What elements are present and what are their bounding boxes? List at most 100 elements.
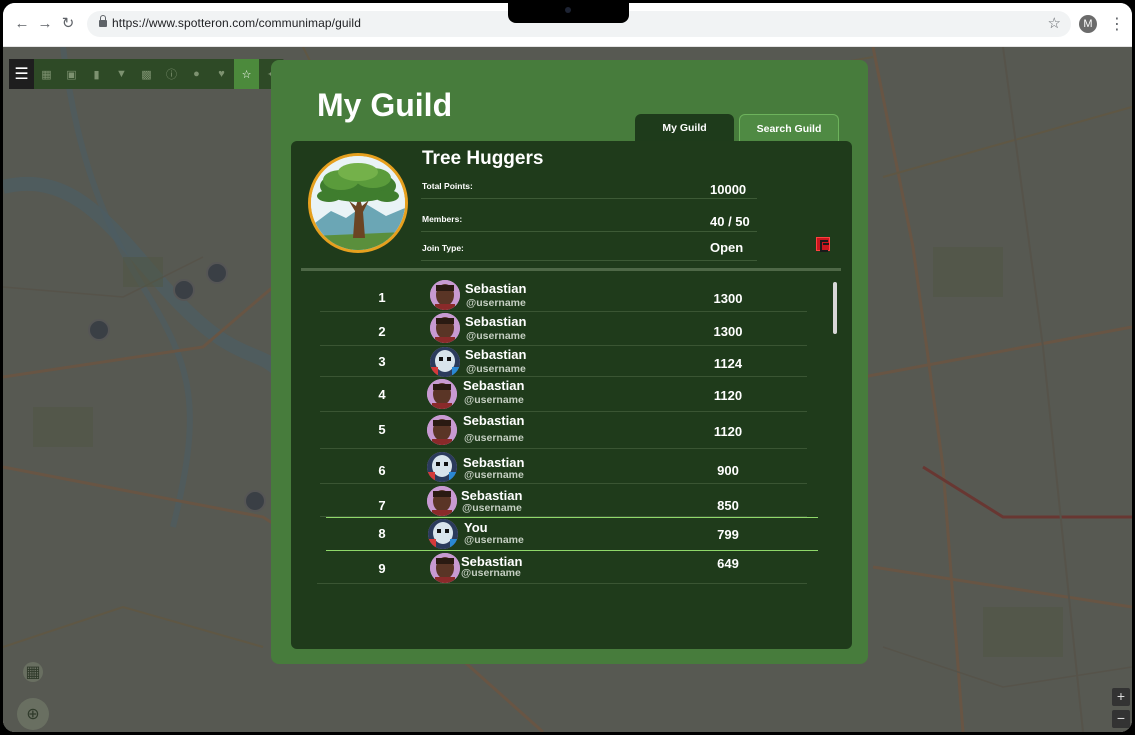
stat-join-type: Join Type: Open	[421, 233, 757, 261]
member-score: 850	[717, 498, 739, 513]
member-row[interactable]: 9 Sebastian @username 649	[317, 551, 807, 584]
guild-panel: My Guild My Guild Search Guild Tree Hugg…	[271, 60, 868, 664]
camera-notch	[508, 3, 629, 23]
member-row[interactable]: 3 Sebastian @username 1124	[320, 346, 807, 377]
member-row[interactable]: 6 Sebastian @username 900	[320, 449, 807, 484]
member-name: Sebastian	[463, 455, 525, 470]
stat-total-points: Total Points: 10000	[421, 171, 757, 199]
member-score: 1300	[713, 291, 743, 306]
browser-menu-icon[interactable]: ⋮	[1109, 14, 1125, 34]
menu-icon[interactable]: ☰	[9, 59, 34, 89]
guild-icon[interactable]: ☆	[234, 59, 259, 89]
member-name: Sebastian	[463, 413, 525, 428]
member-row[interactable]: 2 Sebastian @username 1300	[320, 312, 807, 346]
member-rank: 4	[378, 387, 386, 402]
member-row[interactable]: 5 Sebastian @username 1120	[320, 412, 807, 449]
locate-icon[interactable]: ⊕	[17, 698, 49, 730]
bookmark-star-icon[interactable]: ☆	[1048, 14, 1061, 32]
member-name: Sebastian	[461, 488, 523, 503]
avatar	[428, 519, 458, 549]
member-name: Sebastian	[463, 378, 525, 393]
reload-icon[interactable]: ↻	[59, 15, 77, 33]
page-title: My Guild	[317, 87, 453, 123]
member-name: Sebastian	[465, 314, 527, 329]
map-marker[interactable]	[173, 279, 195, 301]
member-row[interactable]: 4 Sebastian @username 1120	[320, 377, 807, 412]
stat-value: Open	[710, 240, 744, 255]
avatar	[427, 379, 457, 409]
member-username: @username	[464, 432, 524, 444]
map-marker[interactable]	[244, 490, 266, 512]
member-name: Sebastian	[465, 347, 527, 362]
forward-icon[interactable]: →	[36, 15, 54, 33]
back-icon[interactable]: ←	[13, 15, 31, 33]
avatar	[427, 415, 457, 445]
member-username: @username	[461, 567, 521, 579]
binoculars-icon[interactable]: ▩	[134, 59, 159, 89]
heart-icon[interactable]: ♥	[209, 59, 234, 89]
stat-label: Join Type:	[422, 243, 464, 253]
grid-icon[interactable]: ▦	[34, 59, 59, 89]
divider	[301, 268, 841, 271]
member-name: You	[464, 520, 488, 535]
member-username: @username	[466, 330, 526, 342]
leave-guild-icon[interactable]	[816, 237, 830, 252]
device-frame: ← → ↻ https://www.spotteron.com/communim…	[3, 3, 1132, 732]
member-name: Sebastian	[465, 281, 527, 296]
map-marker[interactable]	[88, 319, 110, 341]
guild-name: Tree Huggers	[422, 148, 544, 169]
zoom-out-button[interactable]: −	[1112, 710, 1130, 728]
member-score: 1120	[713, 424, 743, 439]
member-username: @username	[466, 363, 526, 375]
member-score: 799	[717, 527, 739, 542]
avatar	[427, 486, 457, 516]
member-score: 1300	[713, 324, 743, 339]
member-rank: 3	[378, 354, 386, 369]
avatar	[430, 280, 460, 310]
member-row[interactable]: 1 Sebastian @username 1300	[320, 278, 807, 312]
member-rank: 6	[378, 463, 386, 478]
map-marker[interactable]	[206, 262, 228, 284]
avatar	[427, 452, 457, 482]
member-username: @username	[464, 534, 524, 546]
avatar	[430, 553, 460, 583]
layers-icon[interactable]: ▦	[23, 662, 43, 682]
member-score: 1120	[713, 388, 743, 403]
info-icon[interactable]: ⓘ	[159, 59, 184, 89]
member-username: @username	[464, 394, 524, 406]
member-rank: 2	[378, 324, 386, 339]
guild-card: Tree Huggers Total Points: 10000 Members…	[291, 141, 852, 649]
member-rank: 1	[378, 290, 386, 305]
zoom-in-button[interactable]: +	[1112, 688, 1130, 706]
stat-label: Members:	[422, 214, 463, 224]
avatar	[430, 347, 460, 377]
guild-logo	[308, 153, 408, 253]
stat-members: Members: 40 / 50	[421, 204, 757, 232]
member-row[interactable]: 7 Sebastian @username 850	[320, 484, 807, 517]
tab-my-guild[interactable]: My Guild	[635, 114, 734, 142]
tab-search-guild[interactable]: Search Guild	[739, 114, 839, 142]
person-icon[interactable]: ●	[184, 59, 209, 89]
member-username: @username	[462, 502, 522, 514]
lock-icon	[99, 15, 107, 27]
profile-avatar[interactable]: M	[1079, 15, 1097, 33]
map-toolbar: ☰ ▦ ▣ ▮ ▼ ▩ ⓘ ● ♥ ☆ ✦	[9, 59, 284, 89]
member-score: 1124	[713, 356, 743, 371]
filter-icon[interactable]: ▼	[109, 59, 134, 89]
member-list[interactable]: 1 Sebastian @username 1300 2 Sebastian @…	[291, 276, 852, 586]
member-username: @username	[466, 297, 526, 309]
stat-value: 10000	[710, 182, 747, 197]
member-rank: 7	[378, 498, 386, 513]
chart-icon[interactable]: ▮	[84, 59, 109, 89]
member-row-you[interactable]: 8 You @username 799	[326, 517, 818, 551]
bookmark-icon[interactable]: ▣	[59, 59, 84, 89]
avatar	[430, 313, 460, 343]
stat-value: 40 / 50	[710, 214, 750, 229]
stat-label: Total Points:	[422, 181, 473, 191]
member-rank: 8	[378, 526, 386, 541]
member-score: 900	[717, 463, 739, 478]
member-username: @username	[464, 469, 524, 481]
url-text: https://www.spotteron.com/communimap/gui…	[112, 16, 361, 30]
member-list-scrollbar[interactable]	[833, 282, 837, 334]
member-score: 649	[717, 556, 739, 571]
